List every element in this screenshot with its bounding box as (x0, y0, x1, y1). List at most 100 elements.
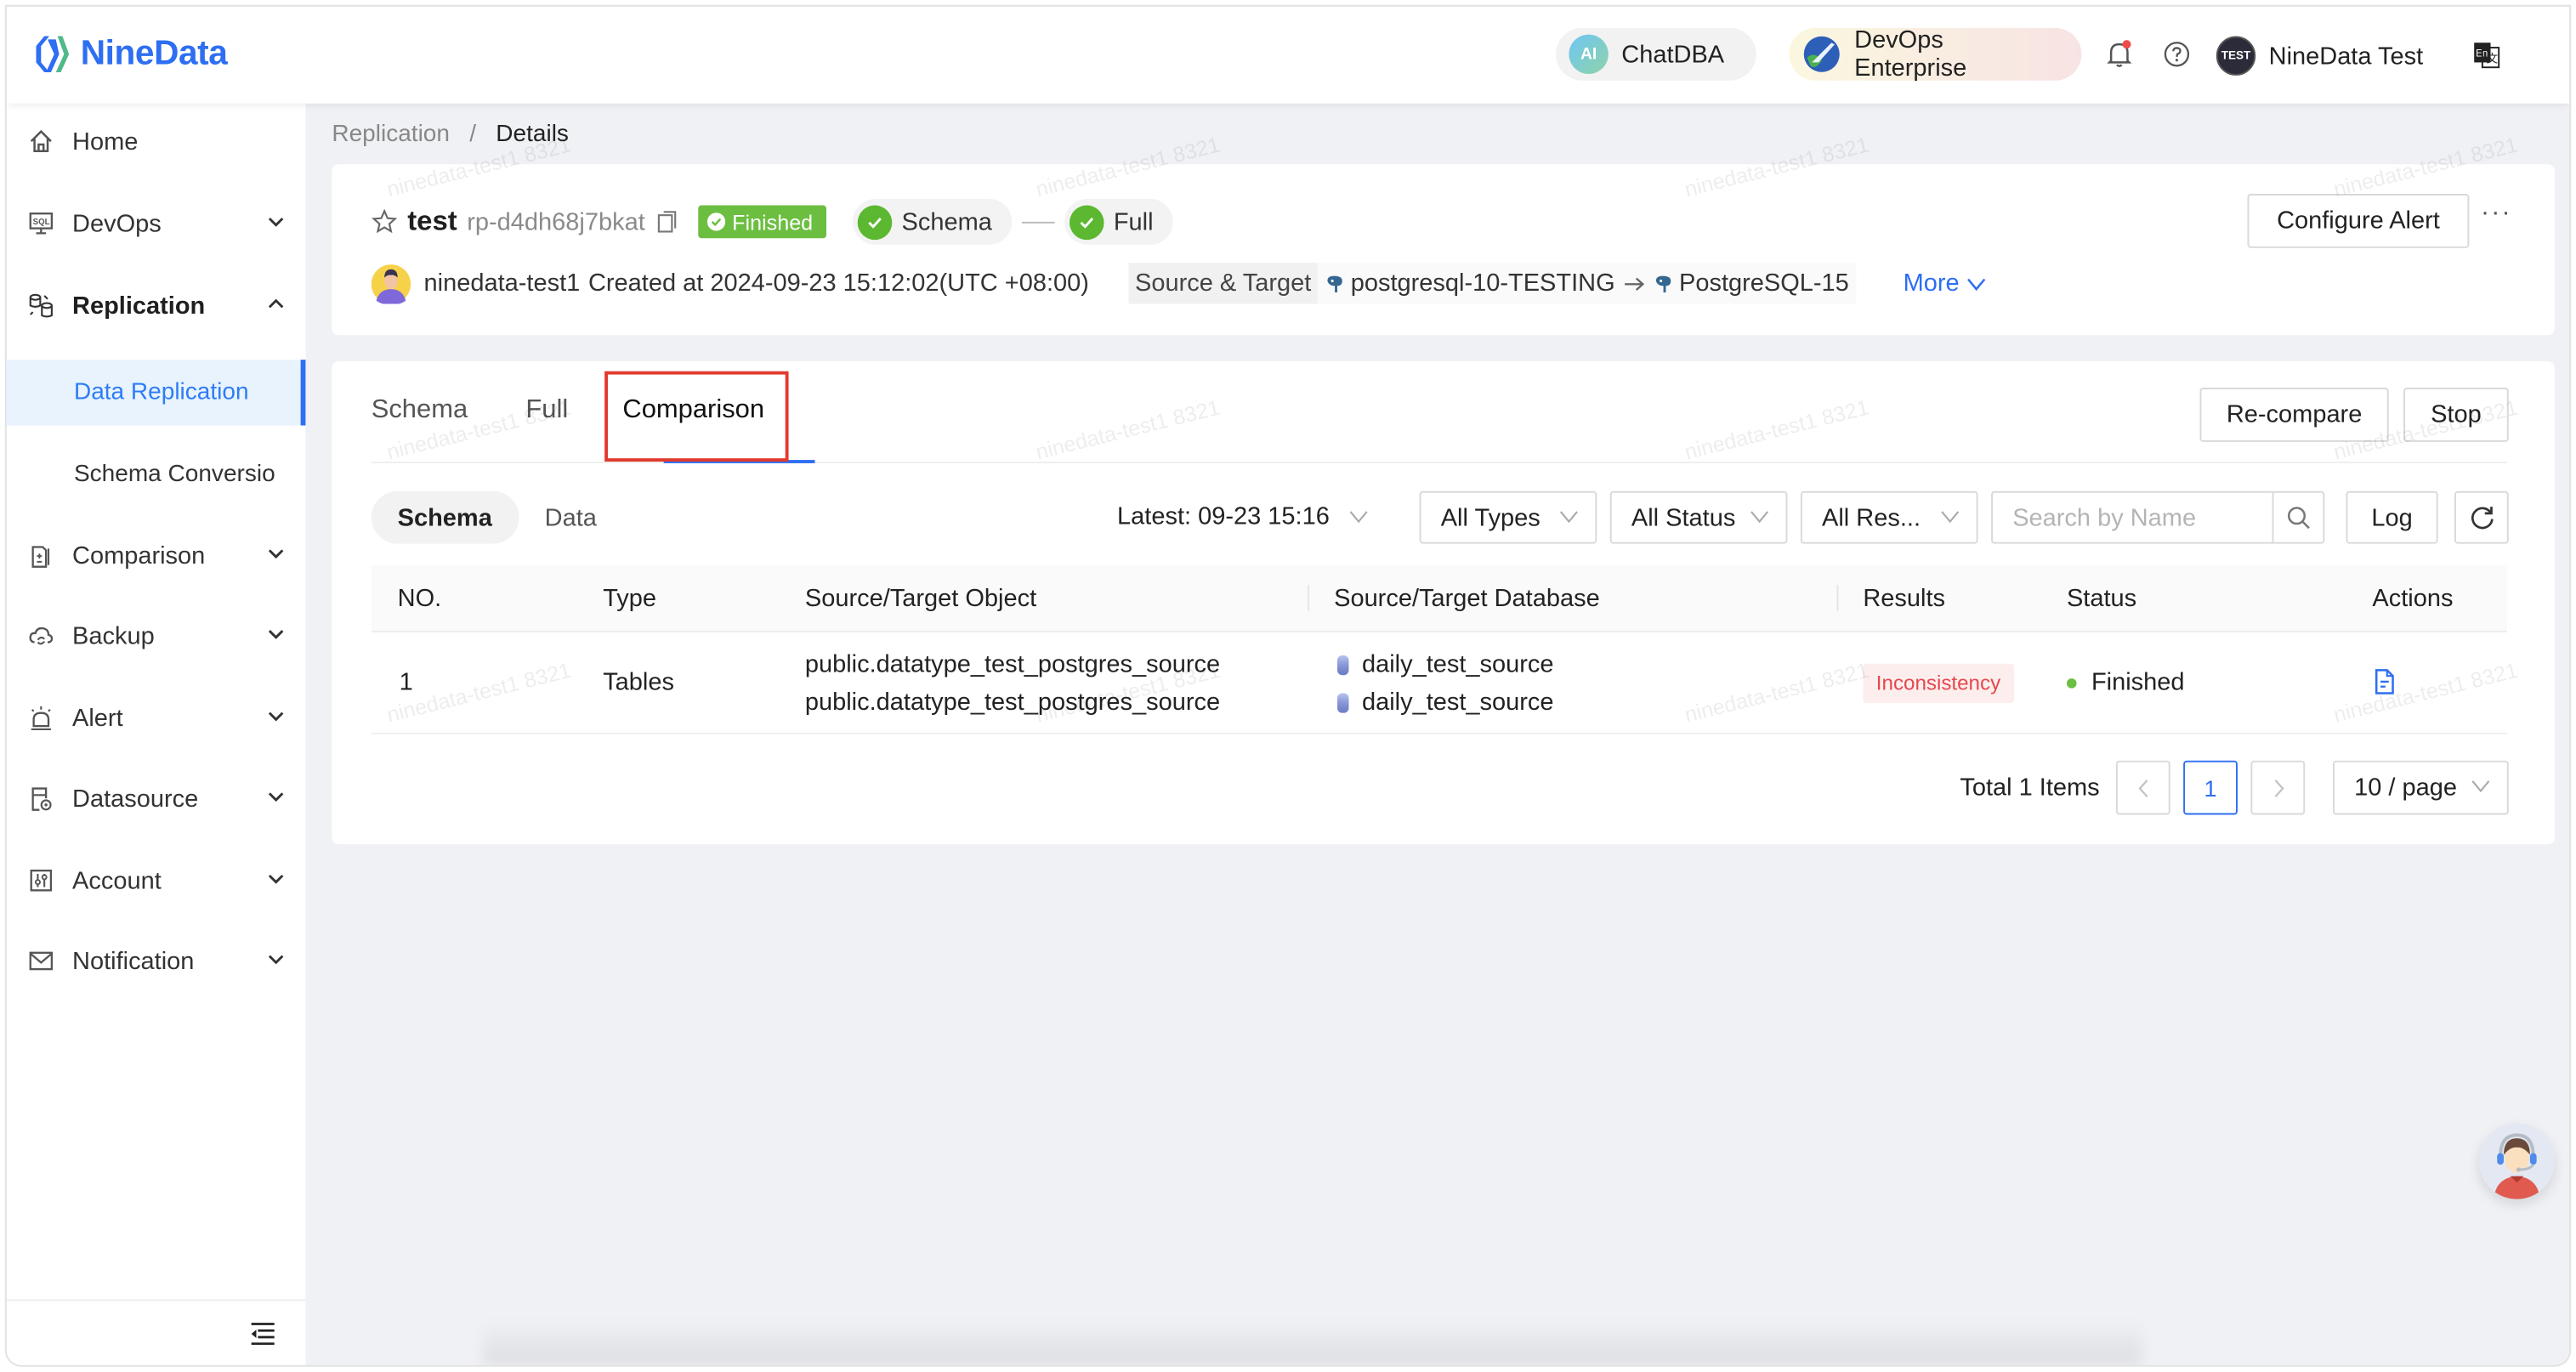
breadcrumb-current: Details (496, 121, 569, 148)
segment-schema[interactable]: Schema (371, 490, 519, 544)
collapse-sidebar-icon[interactable] (250, 1323, 276, 1346)
notification-bell-button[interactable] (2104, 39, 2134, 69)
comparison-type-segment: Schema Data (371, 490, 623, 544)
latest-run-select[interactable]: Latest: 09-23 15:16 (1117, 502, 1369, 530)
sidebar-item-label: Home (72, 127, 139, 156)
page-1-button[interactable]: 1 (2183, 760, 2238, 815)
breadcrumb-parent[interactable]: Replication (332, 122, 450, 148)
status-filter-select[interactable]: All Status (1609, 490, 1788, 544)
status-filter-value: All Status (1631, 503, 1736, 532)
sidebar-item-backup[interactable]: Backup (7, 603, 306, 668)
chatdba-label: ChatDBA (1621, 40, 1725, 69)
target-name: PostgreSQL-15 (1679, 269, 1849, 298)
chevron-left-icon (2137, 779, 2148, 797)
source-datasource[interactable]: postgresql-10-TESTING (1318, 269, 1623, 298)
search-button[interactable] (2272, 492, 2324, 542)
result-filter-select[interactable]: All Res... (1800, 490, 1978, 544)
chatdba-button[interactable]: AI ChatDBA (1555, 27, 1756, 81)
job-status-badge: Finished (697, 205, 826, 239)
support-agent-icon (2494, 1133, 2540, 1199)
cloud-sync-icon (26, 621, 56, 650)
stage-label: Full (1113, 207, 1154, 236)
configure-alert-button[interactable]: Configure Alert (2247, 194, 2470, 248)
result-filter-value: All Res... (1822, 503, 1921, 532)
datasource-icon (26, 784, 56, 814)
refresh-button[interactable] (2454, 490, 2509, 544)
highlight-box (604, 371, 789, 462)
table-row[interactable]: 1 Tables public.datatype_test_postgres_s… (371, 632, 2507, 734)
sidebar-item-label: Account (72, 866, 162, 895)
prev-page-button[interactable] (2115, 760, 2170, 815)
app-window: NineData AI ChatDBA DevOps Enterprise TE… (4, 4, 2572, 1367)
chevron-down-icon (268, 874, 284, 884)
latest-run-label: Latest: 09-23 15:16 (1117, 502, 1330, 531)
chevron-down-icon (2471, 780, 2490, 793)
job-summary-card: test rp-d4dh68j7bkat Finished Schema Ful… (332, 164, 2555, 336)
devops-enterprise-button[interactable]: DevOps Enterprise (1789, 26, 2082, 82)
chevron-down-icon (1966, 277, 1985, 291)
type-filter-select[interactable]: All Types (1419, 490, 1597, 544)
help-button[interactable] (2162, 39, 2192, 69)
alarm-icon (26, 703, 56, 733)
sidebar-item-alert[interactable]: Alert (7, 685, 306, 751)
chevron-down-icon (268, 955, 284, 965)
column-header-object: Source/Target Object (804, 584, 1037, 613)
column-header-status: Status (2066, 584, 2137, 613)
sidebar-subitem-label: Data Replication (73, 379, 249, 406)
recompare-button[interactable]: Re-compare (2199, 388, 2389, 442)
column-header-type: Type (603, 584, 657, 613)
brand-name: NineData (80, 34, 228, 73)
search-icon (2286, 506, 2309, 529)
tab-full[interactable]: Full (525, 396, 568, 426)
postgresql-icon (1655, 275, 1671, 292)
sidebar-item-replication[interactable]: Replication (7, 273, 306, 338)
cell-status: Finished (2066, 668, 2185, 696)
copy-icon[interactable] (655, 208, 678, 235)
page-size-select[interactable]: 10 / page (2333, 760, 2509, 815)
chevron-down-icon (1941, 511, 1960, 524)
sidebar-subitem-data-replication[interactable]: Data Replication (6, 360, 306, 426)
customer-service-button[interactable] (2478, 1123, 2555, 1199)
sidebar-item-notification[interactable]: Notification (7, 928, 306, 994)
postgresql-icon (1327, 275, 1343, 292)
target-datasource[interactable]: PostgreSQL-15 (1646, 269, 1857, 298)
segment-data[interactable]: Data (519, 491, 623, 544)
more-link[interactable]: More (1904, 269, 1986, 298)
next-page-button[interactable] (2250, 760, 2306, 815)
job-name: test (407, 205, 457, 237)
source-object: public.datatype_test_postgres_source (804, 650, 1221, 679)
language-switch-button[interactable]: En 文 (2471, 39, 2500, 69)
sidebar-item-comparison[interactable]: Comparison (7, 523, 306, 588)
top-bar: NineData AI ChatDBA DevOps Enterprise TE… (6, 6, 2570, 104)
sidebar: Home SQL DevOps Replication Data Replica… (6, 103, 306, 1365)
user-menu[interactable]: TEST NineData Test (2216, 36, 2423, 76)
source-target-label: Source & Target (1128, 263, 1319, 304)
replication-icon (26, 291, 56, 320)
column-divider (1836, 584, 1839, 611)
sidebar-subitem-label: Schema Conversio (73, 462, 275, 488)
tab-schema[interactable]: Schema (372, 396, 468, 426)
stop-button[interactable]: Stop (2403, 388, 2509, 442)
chevron-down-icon (1559, 511, 1578, 524)
sidebar-item-datasource[interactable]: Datasource (7, 765, 306, 831)
chevron-down-icon (268, 792, 284, 802)
view-report-icon[interactable] (2374, 668, 2395, 695)
search-input[interactable] (1993, 492, 2276, 542)
logo[interactable]: NineData (33, 33, 228, 76)
breadcrumb-separator: / (469, 121, 477, 148)
sidebar-item-label: Datasource (72, 784, 199, 813)
sidebar-item-label: DevOps (72, 209, 162, 238)
log-button[interactable]: Log (2346, 490, 2438, 544)
sidebar-subitem-schema-conversion[interactable]: Schema Conversio (7, 442, 306, 507)
star-icon[interactable] (372, 208, 398, 235)
chevron-up-icon (268, 298, 284, 309)
sidebar-item-account[interactable]: Account (7, 848, 306, 913)
created-at: Created at 2024-09-23 15:12:02(UTC +08:0… (587, 269, 1089, 298)
more-actions-button[interactable]: ··· (2481, 199, 2512, 229)
stage-label: Schema (901, 207, 992, 236)
sidebar-item-devops[interactable]: SQL DevOps (7, 190, 306, 256)
sidebar-item-home[interactable]: Home (7, 109, 306, 174)
svg-text:文: 文 (2487, 52, 2499, 65)
sidebar-item-label: Alert (72, 704, 123, 732)
cell-no: 1 (399, 668, 413, 697)
